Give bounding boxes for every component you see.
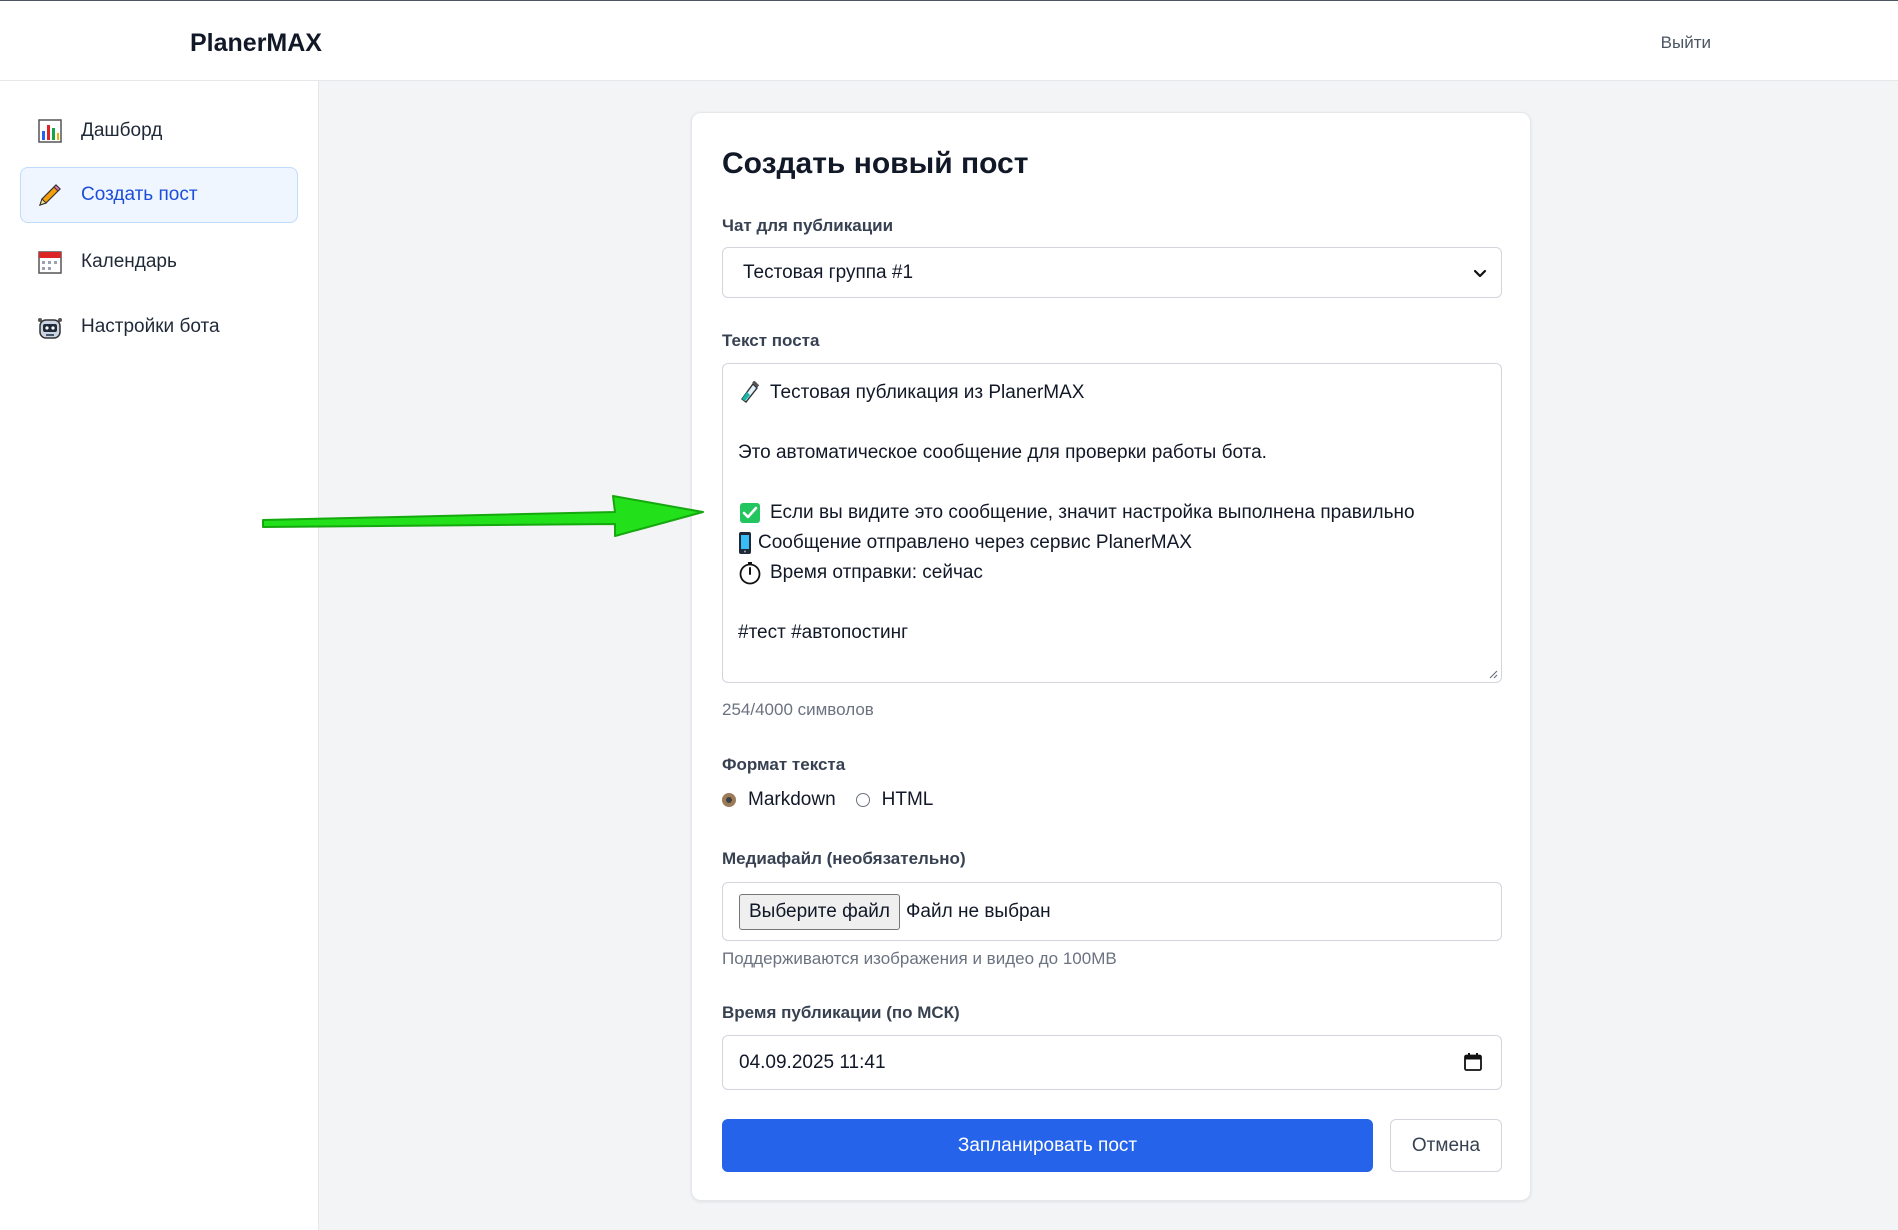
- phone-icon: [738, 531, 752, 555]
- format-radio-group: Markdown HTML: [722, 789, 953, 811]
- text-line: Если вы видите это сообщение, значит нас…: [738, 498, 1486, 528]
- page-title: Создать новый пост: [722, 147, 1029, 180]
- radio-markdown[interactable]: [722, 793, 736, 807]
- sidebar-item-dashboard[interactable]: Дашборд: [20, 103, 298, 159]
- chat-select[interactable]: Тестовая группа #1: [722, 247, 1502, 298]
- annotation-arrow-icon: [262, 495, 704, 537]
- media-label: Медиафайл (необязательно): [722, 849, 966, 868]
- text-line: [738, 468, 1486, 498]
- check-mark-icon: [738, 501, 762, 525]
- sidebar: Дашборд Создать пост Календарь Настройки…: [0, 81, 319, 1230]
- chat-select-value: Тестовая группа #1: [743, 261, 914, 283]
- text-line: [738, 588, 1486, 618]
- robot-icon: [37, 314, 63, 340]
- sidebar-item-label: Настройки бота: [81, 316, 220, 337]
- sidebar-item-label: Создать пост: [81, 184, 198, 205]
- media-file-input[interactable]: Выберите файл Файл не выбран: [722, 882, 1502, 941]
- text-line: [738, 408, 1486, 438]
- sidebar-item-label: Календарь: [81, 251, 177, 272]
- chat-label: Чат для публикации: [722, 216, 894, 235]
- sidebar-item-label: Дашборд: [81, 120, 163, 141]
- radio-markdown-label[interactable]: Markdown: [748, 789, 836, 811]
- post-text-area[interactable]: Тестовая публикация из PlanerMAX Это авт…: [722, 363, 1502, 683]
- calendar-icon: [37, 249, 63, 275]
- radio-html-label[interactable]: HTML: [882, 789, 934, 811]
- file-status: Файл не выбран: [905, 900, 1051, 922]
- stopwatch-icon: [738, 561, 762, 585]
- sidebar-item-create-post[interactable]: Создать пост: [20, 167, 298, 223]
- sidebar-item-calendar[interactable]: Календарь: [20, 234, 298, 290]
- test-tube-icon: [738, 381, 762, 405]
- top-bar: PlanerMAX Выйти: [0, 0, 1898, 81]
- schedule-label: Время публикации (по МСК): [722, 1003, 960, 1022]
- schedule-post-button[interactable]: Запланировать пост: [722, 1119, 1373, 1172]
- choose-file-button[interactable]: Выберите файл: [739, 893, 900, 930]
- calendar-picker-icon[interactable]: [1463, 1052, 1483, 1072]
- resize-handle-icon[interactable]: [1488, 669, 1498, 679]
- chevron-down-icon: [1473, 269, 1487, 278]
- character-counter: 254/4000 символов: [722, 700, 874, 719]
- text-line: Тестовая публикация из PlanerMAX: [738, 378, 1486, 408]
- media-hint: Поддерживаются изображения и видео до 10…: [722, 949, 1117, 968]
- brand-logo[interactable]: PlanerMAX: [190, 29, 322, 58]
- text-line: Время отправки: сейчас: [738, 558, 1486, 588]
- post-text-label: Текст поста: [722, 331, 820, 350]
- bar-chart-icon: [37, 118, 63, 144]
- pencil-icon: [37, 182, 63, 208]
- text-line: #тест #автопостинг: [738, 622, 909, 643]
- create-post-card: Создать новый пост Чат для публикации Те…: [691, 112, 1531, 1201]
- sidebar-item-bot-settings[interactable]: Настройки бота: [20, 299, 298, 355]
- format-label: Формат текста: [722, 755, 846, 774]
- text-line: Сообщение отправлено через сервис Planer…: [738, 528, 1486, 558]
- text-line: Это автоматическое сообщение для проверк…: [738, 442, 1267, 463]
- schedule-value: 04.09.2025 11:41: [739, 1051, 886, 1073]
- schedule-datetime-input[interactable]: 04.09.2025 11:41: [722, 1035, 1502, 1090]
- logout-link[interactable]: Выйти: [1661, 33, 1711, 53]
- cancel-button[interactable]: Отмена: [1390, 1119, 1502, 1172]
- radio-html[interactable]: [855, 793, 870, 807]
